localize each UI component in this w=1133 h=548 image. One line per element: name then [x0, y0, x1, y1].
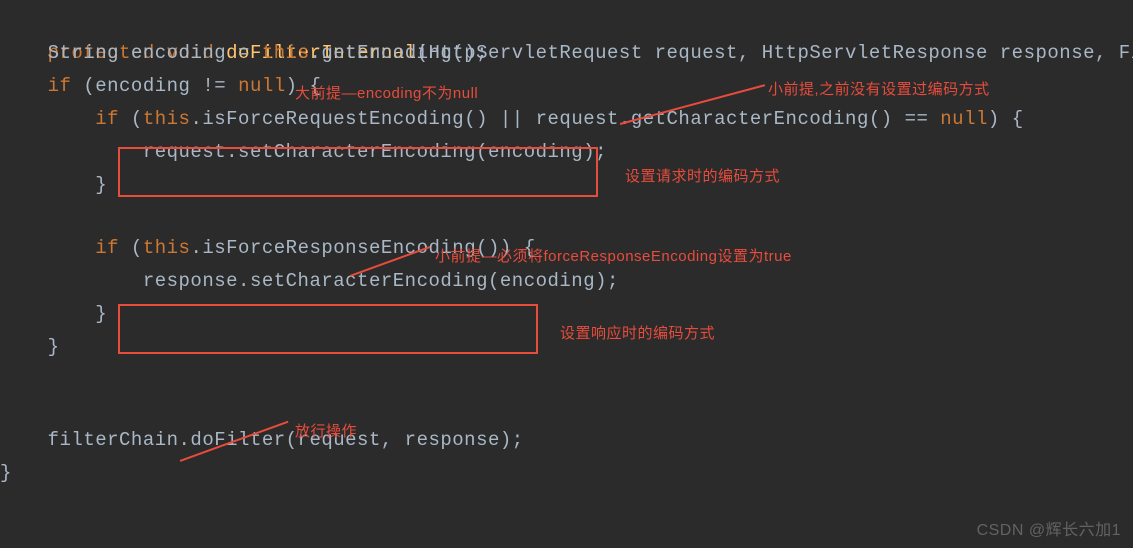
brace: ) { — [988, 108, 1024, 130]
type-string: String — [48, 42, 119, 64]
operator: = — [226, 42, 262, 64]
method-call: .getEncoding(); — [309, 42, 488, 64]
keyword-if: if — [95, 108, 119, 130]
statement: response.setCharacterEncoding(encoding); — [143, 270, 619, 292]
brace: } — [95, 174, 107, 196]
annotation-response-encoding: 设置响应时的编码方式 — [560, 322, 715, 343]
keyword-null: null — [940, 108, 988, 130]
code-line: filterChain.doFilter(request, response); — [0, 424, 1133, 457]
condition: .isForceRequestEncoding() || request.get… — [190, 108, 940, 130]
code-line: response.setCharacterEncoding(encoding); — [0, 265, 1133, 298]
keyword-null: null — [238, 75, 286, 97]
keyword-this: this — [143, 237, 191, 259]
brace: } — [95, 303, 107, 325]
statement: request.setCharacterEncoding(encoding); — [143, 141, 607, 163]
annotation-small-premise-2: 小前提—必须将forceResponseEncoding设置为true — [435, 245, 792, 266]
code-line: } — [0, 457, 1133, 490]
brace: } — [48, 336, 60, 358]
code-line: String encoding = this.getEncoding(); — [0, 37, 1133, 70]
keyword-this: this — [143, 108, 191, 130]
condition: (encoding != — [71, 75, 238, 97]
code-line: request.setCharacterEncoding(encoding); — [0, 136, 1133, 169]
code-line: protected void doFilterInternal(HttpServ… — [0, 4, 1133, 37]
annotation-release: 放行操作 — [295, 420, 357, 441]
empty-line — [0, 364, 1133, 394]
empty-line — [0, 394, 1133, 424]
annotation-big-premise: 大前提—encoding不为null — [295, 82, 478, 103]
var-name: encoding — [131, 42, 226, 64]
statement: filterChain.doFilter(request, response); — [48, 429, 524, 451]
empty-line — [0, 202, 1133, 232]
keyword-if: if — [48, 75, 72, 97]
paren: ( — [119, 237, 143, 259]
keyword-if: if — [95, 237, 119, 259]
paren: ( — [119, 108, 143, 130]
keyword-this: this — [262, 42, 310, 64]
code-line: } — [0, 169, 1133, 202]
annotation-request-encoding: 设置请求时的编码方式 — [625, 165, 780, 186]
code-line: if (this.isForceRequestEncoding() || req… — [0, 103, 1133, 136]
brace: } — [0, 462, 12, 484]
annotation-small-premise-1: 小前提,之前没有设置过编码方式 — [768, 78, 990, 99]
watermark: CSDN @辉长六加1 — [977, 516, 1121, 540]
